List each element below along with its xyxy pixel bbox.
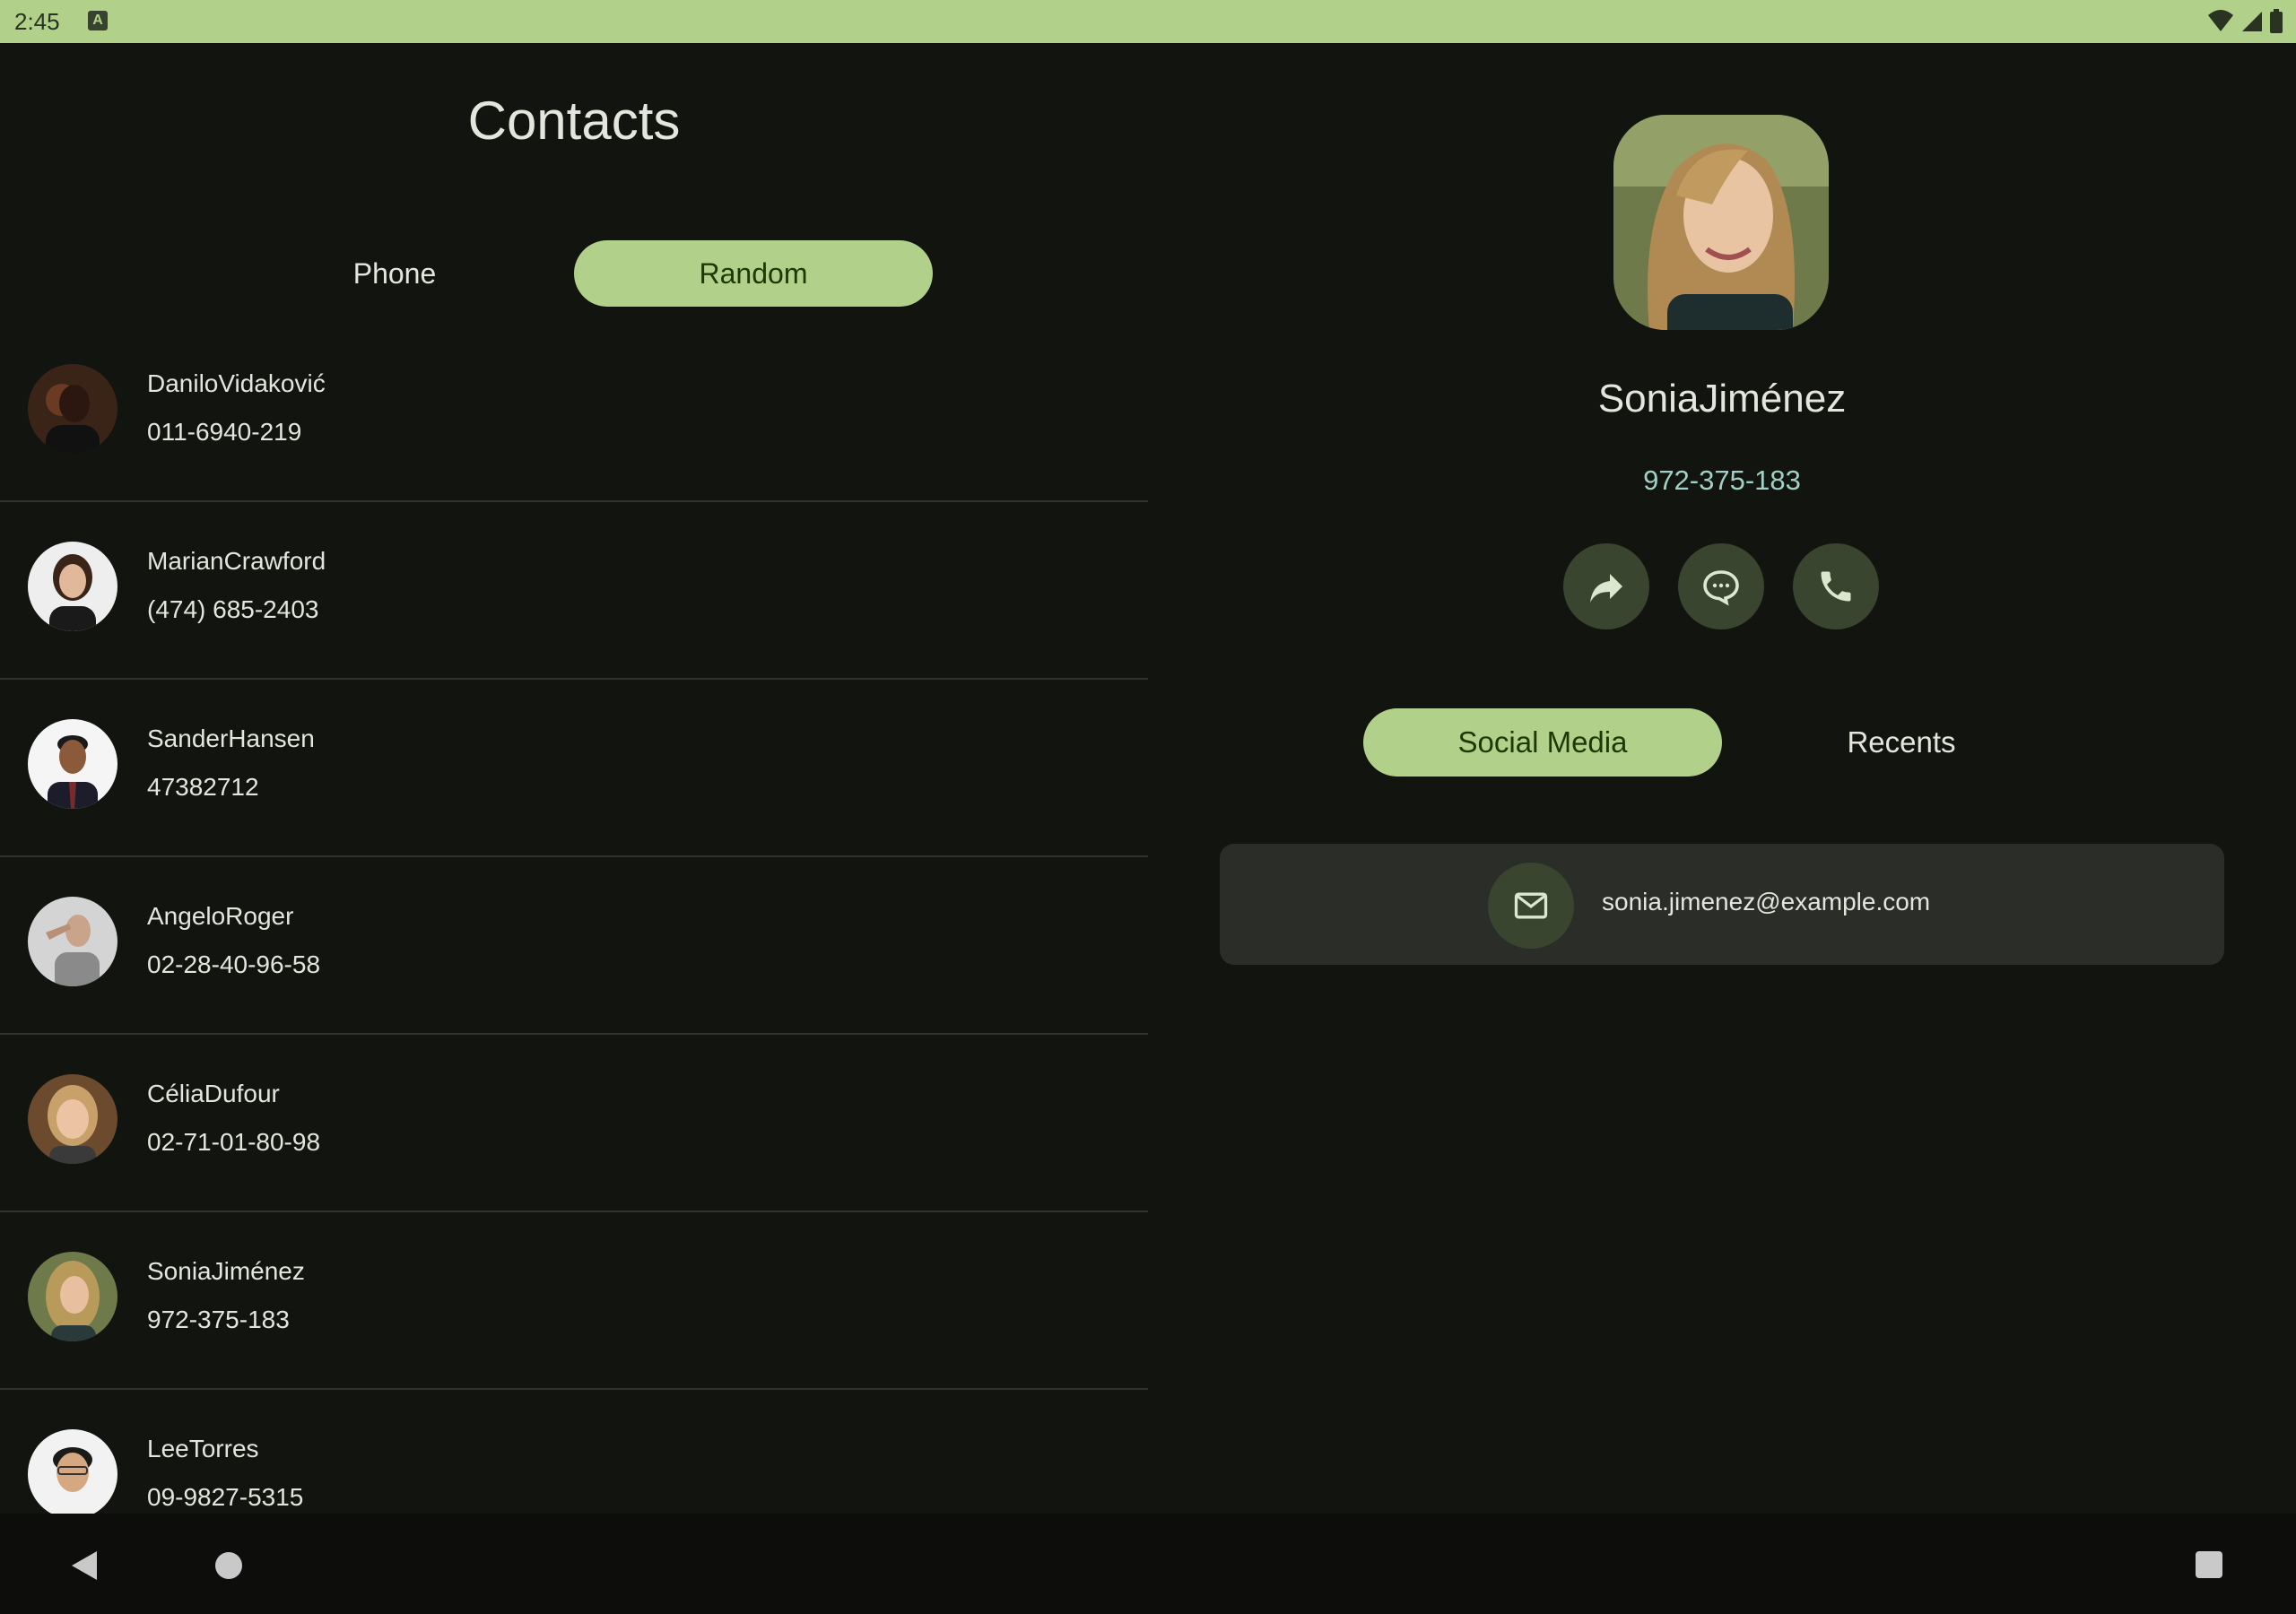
contact-phone: 47382712 — [147, 773, 259, 801]
contact-name: SanderHansen — [147, 725, 315, 752]
message-button[interactable] — [1678, 543, 1764, 629]
contact-list[interactable]: DaniloVidaković 011-6940-219 MarianCrawf… — [0, 323, 1148, 1514]
contact-row[interactable]: CéliaDufour 02-71-01-80-98 — [0, 1033, 1148, 1212]
contact-detail-phone[interactable]: 972-375-183 — [1148, 464, 2296, 497]
call-button[interactable] — [1793, 543, 1879, 629]
tab-recents[interactable]: Recents — [1722, 708, 2081, 777]
status-icons — [2208, 9, 2283, 34]
contact-row[interactable]: DaniloVidaković 011-6940-219 — [0, 323, 1148, 502]
contact-name: MarianCrawford — [147, 547, 326, 575]
battery-icon — [2270, 9, 2283, 33]
email-card[interactable]: sonia.jimenez@example.com — [1220, 844, 2224, 965]
contact-name: DaniloVidaković — [147, 369, 326, 397]
avatar — [28, 364, 117, 454]
contact-row[interactable]: SoniaJiménez 972-375-183 — [0, 1210, 1148, 1390]
contact-photo — [1613, 115, 1829, 330]
contact-row[interactable]: SanderHansen 47382712 — [0, 678, 1148, 857]
contact-name: CéliaDufour — [147, 1080, 280, 1107]
page-title: Contacts — [467, 91, 681, 151]
email-icon-container — [1488, 863, 1574, 949]
contact-phone: (474) 685-2403 — [147, 595, 319, 623]
avatar — [28, 542, 117, 631]
tab-random[interactable]: Random — [574, 240, 933, 307]
contact-row[interactable]: LeeTorres 09-9827-5315 — [0, 1388, 1148, 1514]
tab-social-media[interactable]: Social Media — [1363, 708, 1722, 777]
share-icon — [1590, 574, 1622, 603]
avatar — [28, 1074, 117, 1164]
email-address: sonia.jimenez@example.com — [1602, 888, 1931, 915]
share-button[interactable] — [1563, 543, 1649, 629]
contact-name: LeeTorres — [147, 1435, 259, 1462]
contact-name: AngeloRoger — [147, 902, 294, 930]
contact-phone: 02-28-40-96-58 — [147, 950, 321, 978]
contact-row[interactable]: MarianCrawford (474) 685-2403 — [0, 500, 1148, 680]
contact-phone: 02-71-01-80-98 — [147, 1128, 321, 1156]
contact-row[interactable]: AngeloRoger 02-28-40-96-58 — [0, 855, 1148, 1035]
avatar — [28, 897, 117, 986]
status-bar: 2:45 A — [0, 0, 2296, 43]
avatar — [28, 1429, 117, 1514]
tab-phone[interactable]: Phone — [215, 240, 574, 307]
status-time: 2:45 — [14, 8, 60, 35]
home-icon[interactable] — [215, 1552, 242, 1579]
avatar — [28, 719, 117, 809]
a-icon: A — [88, 11, 108, 30]
contact-phone: 09-9827-5315 — [147, 1483, 304, 1511]
contact-detail-name: SoniaJiménez — [1597, 377, 1847, 421]
wifi-icon — [2208, 10, 2233, 31]
contact-name: SoniaJiménez — [147, 1257, 305, 1285]
recents-icon[interactable] — [2196, 1551, 2222, 1578]
navigation-bar — [0, 1514, 2296, 1614]
message-icon — [1703, 570, 1739, 606]
call-icon — [1821, 571, 1851, 602]
signal-icon — [2242, 12, 2262, 31]
contact-phone: 011-6940-219 — [147, 418, 302, 446]
back-icon[interactable] — [70, 1549, 99, 1582]
avatar — [28, 1252, 117, 1341]
contact-phone: 972-375-183 — [147, 1306, 290, 1333]
mail-icon — [1514, 892, 1548, 919]
